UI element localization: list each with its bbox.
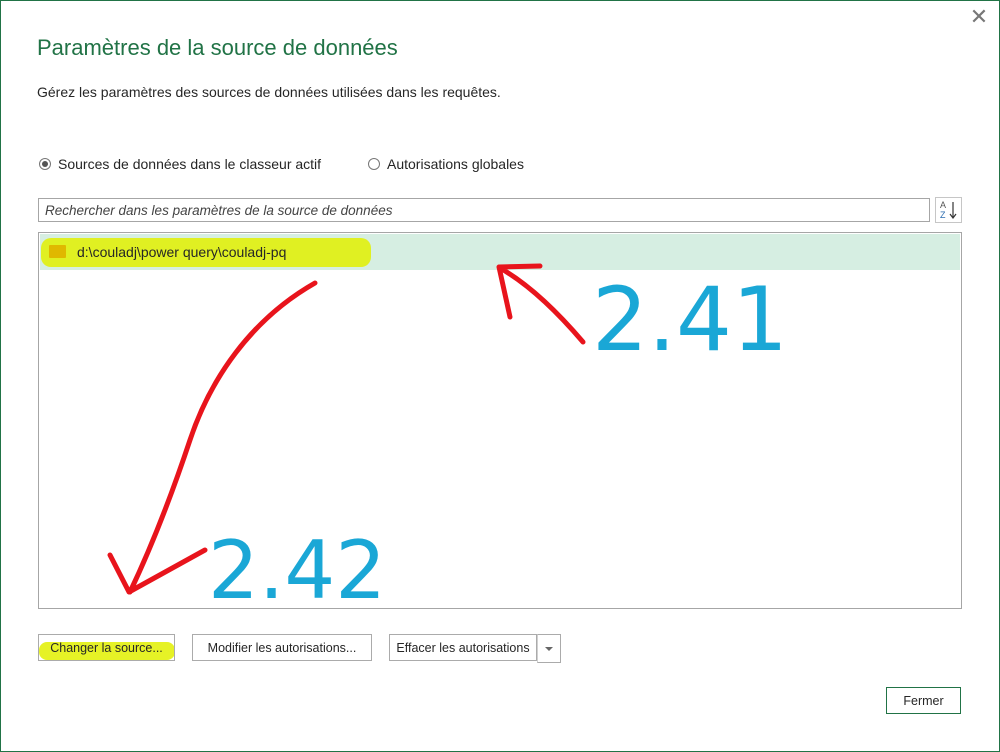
chevron-down-icon (545, 646, 553, 651)
list-item[interactable]: d:\couladj\power query\couladj-pq (40, 234, 960, 270)
change-source-button[interactable]: Changer la source... (38, 634, 175, 661)
radio-current-workbook-label: Sources de données dans le classeur acti… (58, 156, 322, 172)
edit-permissions-button[interactable]: Modifier les autorisations... (192, 634, 372, 661)
list-item-label: d:\couladj\power query\couladj-pq (77, 244, 287, 260)
clear-permissions-dropdown[interactable] (537, 634, 561, 663)
radio-global-permissions-label: Autorisations globales (387, 156, 524, 172)
data-source-settings-dialog: ✕ Paramètres de la source de données Gér… (0, 0, 1000, 752)
sort-az-icon: A Z (940, 200, 957, 220)
dialog-title: Paramètres de la source de données (37, 35, 398, 60)
radio-global-permissions[interactable]: Autorisations globales (368, 156, 524, 172)
close-icon[interactable]: ✕ (967, 5, 991, 29)
radio-checked-icon (39, 158, 51, 170)
svg-text:A: A (940, 200, 946, 210)
search-input[interactable] (38, 198, 930, 222)
clear-permissions-button[interactable]: Effacer les autorisations (389, 634, 537, 661)
close-button[interactable]: Fermer (886, 687, 961, 714)
sort-button[interactable]: A Z (935, 197, 962, 223)
data-source-list: d:\couladj\power query\couladj-pq (38, 232, 962, 609)
folder-icon (49, 245, 66, 258)
radio-unchecked-icon (368, 158, 380, 170)
radio-current-workbook[interactable]: Sources de données dans le classeur acti… (39, 156, 321, 172)
svg-text:Z: Z (940, 210, 946, 220)
dialog-subtitle: Gérez les paramètres des sources de donn… (37, 84, 501, 100)
